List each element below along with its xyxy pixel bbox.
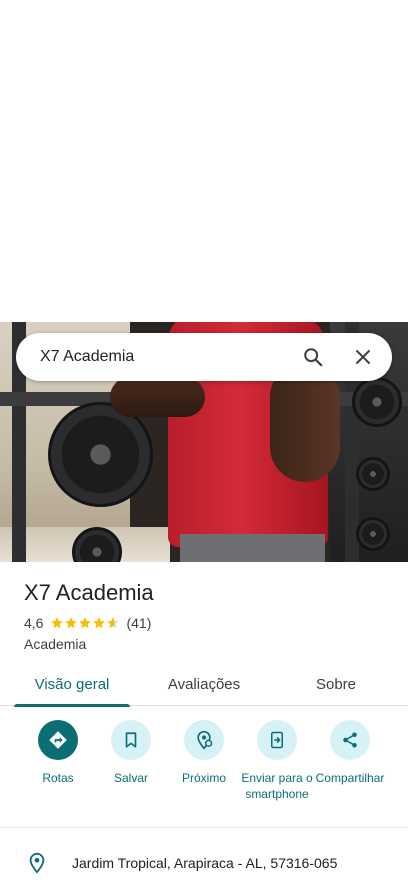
tab-label: Visão geral — [34, 675, 110, 693]
star-icon — [51, 617, 64, 629]
rating-stars — [50, 616, 120, 630]
rating-row[interactable]: 4,6 (41) — [24, 615, 151, 631]
action-buttons: Rotas Salvar Próximo Enviar para o smart… — [0, 720, 408, 820]
directions-button[interactable]: Rotas — [19, 720, 97, 786]
send-to-phone-button[interactable]: Enviar para o smartphone — [238, 720, 316, 802]
tab-label: Sobre — [315, 675, 357, 693]
tab-label: Avaliações — [167, 675, 241, 693]
save-button[interactable]: Salvar — [92, 720, 170, 786]
tab-about[interactable]: Sobre — [264, 662, 408, 706]
place-title: X7 Academia — [24, 580, 154, 605]
tab-overview[interactable]: Visão geral — [0, 662, 144, 707]
search-icon[interactable] — [300, 344, 326, 370]
star-half-icon — [107, 617, 120, 629]
review-count: (41) — [126, 615, 152, 631]
nearby-icon — [197, 730, 213, 750]
bookmark-icon — [125, 732, 137, 748]
address-row[interactable]: Jardim Tropical, Arapiraca - AL, 57316-0… — [0, 846, 408, 880]
active-tab-indicator — [14, 704, 130, 707]
directions-icon — [49, 731, 67, 749]
tab-reviews[interactable]: Avaliações — [144, 662, 264, 706]
star-icon — [65, 617, 78, 629]
send-to-phone-icon — [271, 731, 283, 749]
share-icon — [343, 732, 357, 748]
star-icon — [93, 617, 106, 629]
place-tabs: Visão geral Avaliações Sobre — [0, 662, 408, 707]
star-icon — [79, 617, 92, 629]
search-input[interactable]: X7 Academia — [40, 348, 300, 366]
divider — [0, 827, 408, 828]
close-icon[interactable] — [350, 344, 376, 370]
map-area-blank — [0, 0, 408, 322]
search-bar[interactable]: X7 Academia — [16, 333, 392, 381]
place-category: Academia — [24, 636, 87, 652]
nearby-button[interactable]: Próximo — [165, 720, 243, 786]
share-button[interactable]: Compartilhar — [311, 720, 389, 786]
rating-value: 4,6 — [24, 615, 44, 631]
location-pin-icon — [29, 852, 45, 874]
address-text: Jardim Tropical, Arapiraca - AL, 57316-0… — [72, 855, 338, 871]
